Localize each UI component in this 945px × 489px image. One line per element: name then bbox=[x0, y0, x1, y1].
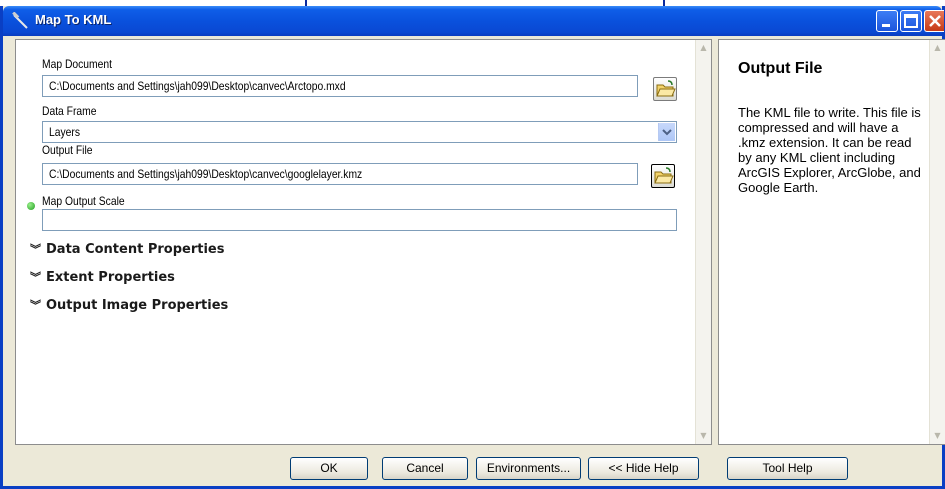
output-file-label: Output File bbox=[42, 143, 93, 157]
map-output-scale-label: Map Output Scale bbox=[42, 194, 125, 208]
scroll-down-icon[interactable]: ▼ bbox=[930, 428, 945, 444]
required-parameter-icon bbox=[27, 202, 35, 210]
data-frame-dropdown[interactable]: Layers bbox=[42, 121, 677, 143]
map-document-value: C:\Documents and Settings\jah099\Desktop… bbox=[49, 79, 346, 93]
section-extent-properties[interactable]: ︾ Extent Properties bbox=[30, 269, 175, 285]
map-document-browse-button[interactable] bbox=[653, 77, 677, 101]
data-frame-label: Data Frame bbox=[42, 104, 97, 118]
dropdown-arrow[interactable] bbox=[658, 123, 675, 141]
data-frame-value: Layers bbox=[49, 125, 80, 139]
output-file-browse-button[interactable] bbox=[651, 164, 675, 188]
chevron-down-icon bbox=[662, 129, 672, 136]
window-title: Map To KML bbox=[35, 12, 112, 27]
output-file-field[interactable]: C:\Documents and Settings\jah099\Desktop… bbox=[42, 163, 638, 185]
section-output-image-properties[interactable]: ︾ Output Image Properties bbox=[30, 297, 228, 313]
close-button[interactable] bbox=[924, 10, 944, 32]
double-chevron-down-icon: ︾ bbox=[30, 243, 41, 256]
tool-help-button[interactable]: Tool Help bbox=[727, 457, 848, 480]
help-panel: Output File The KML file to write. This … bbox=[718, 39, 945, 445]
maximize-icon bbox=[904, 14, 918, 28]
parameters-panel: Map Document C:\Documents and Settings\j… bbox=[15, 39, 712, 445]
open-folder-icon bbox=[654, 167, 674, 184]
map-document-field[interactable]: C:\Documents and Settings\jah099\Desktop… bbox=[42, 75, 638, 97]
double-chevron-down-icon: ︾ bbox=[30, 299, 41, 312]
help-title: Output File bbox=[738, 60, 823, 77]
open-folder-icon bbox=[656, 80, 676, 97]
environments-button[interactable]: Environments... bbox=[476, 457, 581, 480]
help-scrollbar[interactable]: ▲ ▼ bbox=[929, 40, 945, 444]
help-description: The KML file to write. This file is comp… bbox=[738, 105, 921, 195]
parameters-scrollbar[interactable]: ▲ ▼ bbox=[695, 40, 711, 444]
scroll-down-icon[interactable]: ▼ bbox=[696, 428, 711, 444]
scroll-up-icon[interactable]: ▲ bbox=[930, 40, 945, 56]
cancel-button[interactable]: Cancel bbox=[382, 457, 468, 480]
map-to-kml-dialog: Map To KML Map Document C:\Documents and… bbox=[0, 6, 945, 489]
close-icon bbox=[929, 15, 941, 27]
scroll-up-icon[interactable]: ▲ bbox=[696, 40, 711, 56]
map-output-scale-field[interactable] bbox=[42, 209, 677, 231]
hide-help-button[interactable]: << Hide Help bbox=[588, 457, 699, 480]
minimize-button[interactable] bbox=[876, 10, 898, 32]
section-data-content-properties[interactable]: ︾ Data Content Properties bbox=[30, 241, 224, 257]
map-document-label: Map Document bbox=[42, 57, 112, 71]
minimize-icon bbox=[882, 24, 890, 27]
maximize-button[interactable] bbox=[900, 10, 922, 32]
hammer-tool-icon bbox=[12, 12, 28, 29]
ok-button[interactable]: OK bbox=[290, 457, 368, 480]
output-file-value: C:\Documents and Settings\jah099\Desktop… bbox=[49, 167, 363, 181]
title-bar[interactable]: Map To KML bbox=[3, 6, 944, 36]
double-chevron-down-icon: ︾ bbox=[30, 271, 41, 284]
